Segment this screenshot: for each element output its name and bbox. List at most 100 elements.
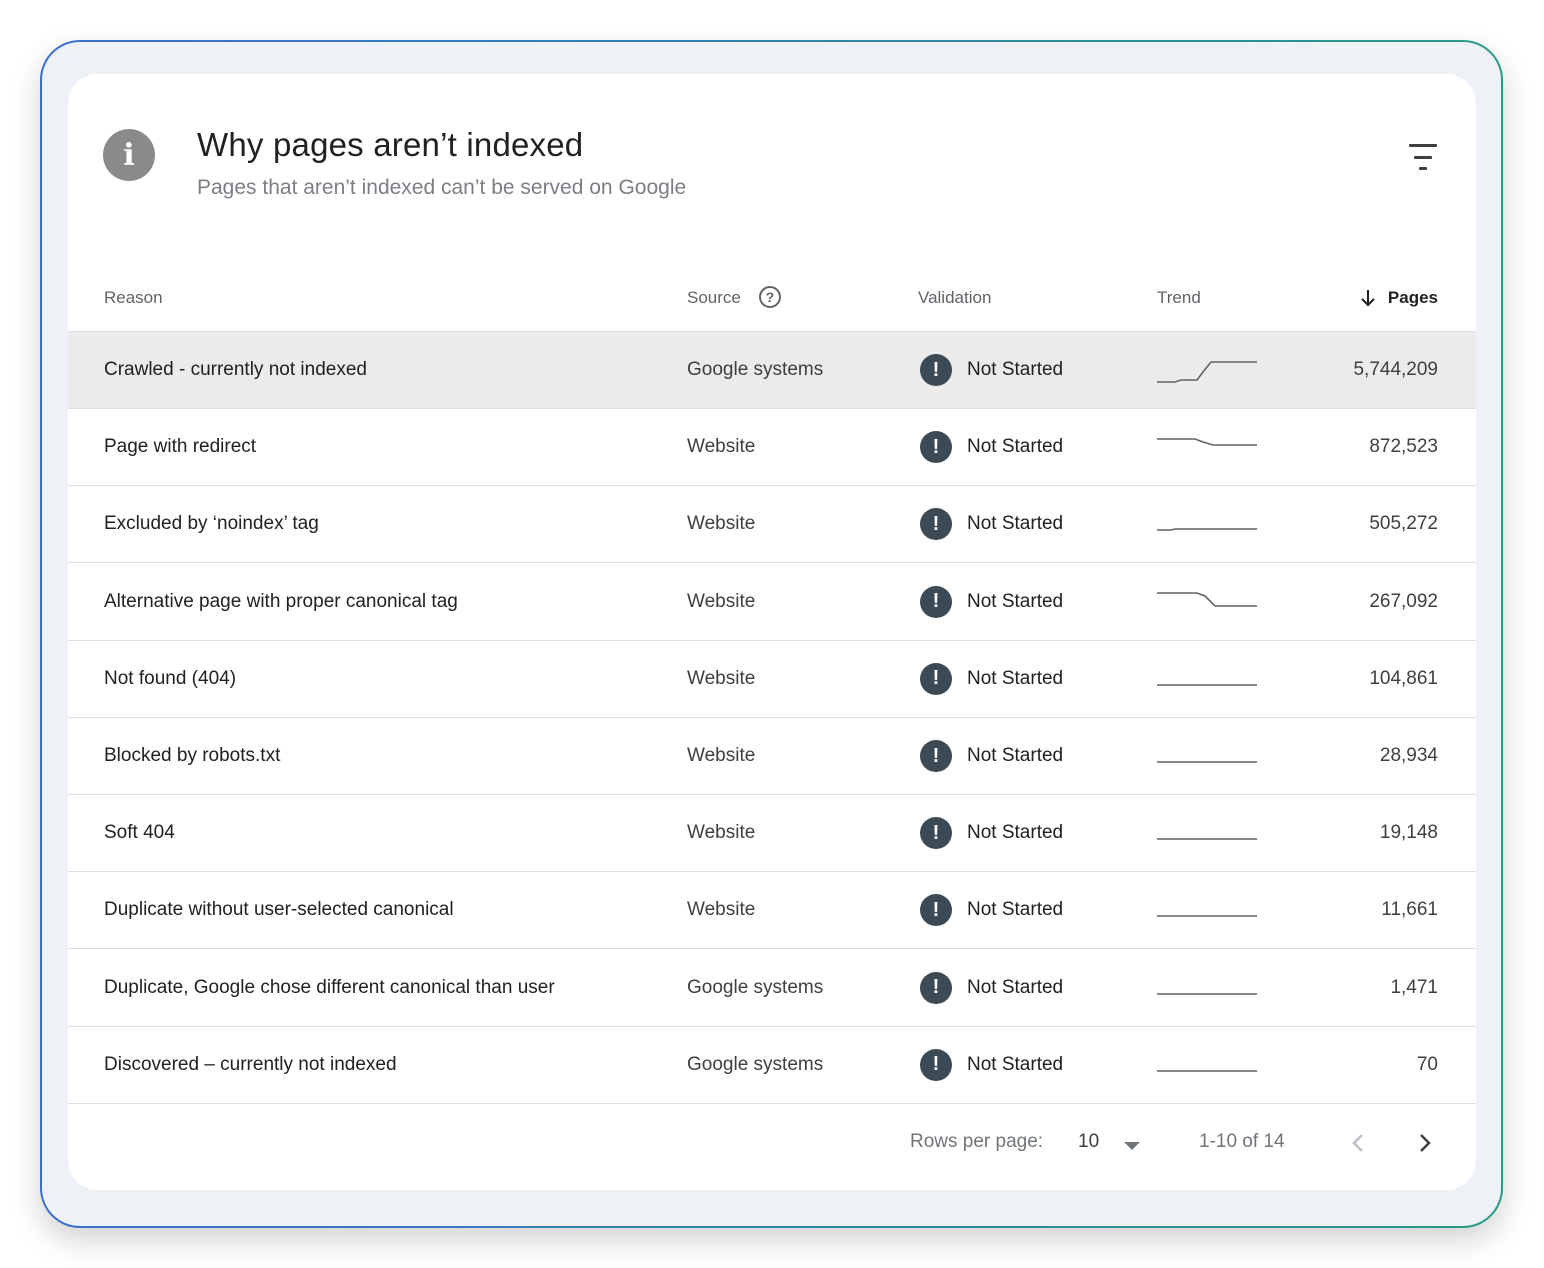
source-cell: Google systems: [687, 976, 824, 998]
column-header-trend: Trend: [1157, 288, 1201, 307]
trend-sparkline: [1157, 992, 1257, 995]
source-cell: Website: [687, 822, 756, 844]
source-cell: Website: [687, 513, 756, 535]
trend-sparkline: [1157, 915, 1257, 918]
validation-status: Not Started: [967, 1053, 1064, 1075]
trend-cell: [1157, 564, 1257, 640]
arrow-down-icon: [1361, 290, 1375, 307]
validation-status: Not Started: [967, 976, 1064, 998]
trend-cell: [1157, 641, 1257, 717]
trend-cell: [1157, 718, 1257, 794]
validation-cell: ! Not Started: [920, 872, 1063, 948]
table-row[interactable]: Excluded by ‘noindex’ tag Website! Not Sta…: [68, 486, 1476, 564]
pages-cell: 872,523: [1369, 436, 1438, 458]
table-row[interactable]: Duplicate, Google chose different canoni…: [68, 950, 1476, 1027]
rows-per-page-select[interactable]: 10: [1078, 1131, 1099, 1153]
chevron-right-icon[interactable]: [1413, 1129, 1437, 1157]
validation-status: Not Started: [967, 745, 1064, 766]
trend-sparkline: [1157, 838, 1257, 840]
pagination-range: 1-10 of 14: [1199, 1131, 1285, 1152]
trend-cell: [1157, 1027, 1257, 1103]
indexing-card: i Why pages aren’t indexed Pages that ar…: [68, 74, 1476, 1190]
alert-circle-icon: !: [920, 354, 952, 386]
pages-cell: 505,272: [1369, 513, 1438, 535]
pages-cell: 19,148: [1379, 822, 1438, 844]
pages-cell: 11,661: [1381, 899, 1438, 921]
alert-circle-icon: !: [920, 585, 952, 618]
trend-cell: [1157, 872, 1257, 948]
trend-sparkline: [1157, 528, 1257, 532]
table-row[interactable]: Blocked by robots.txt Website! Not Started…: [68, 718, 1476, 795]
trend-cell: [1157, 950, 1257, 1026]
table-row[interactable]: Soft 404 Website! Not Started 19,148: [68, 795, 1476, 873]
validation-cell: ! Not Started: [920, 409, 1063, 485]
column-header-validation[interactable]: Validation: [918, 288, 991, 308]
alert-circle-icon: !: [920, 508, 952, 541]
validation-cell: ! Not Started: [920, 564, 1063, 640]
help-circle-icon[interactable]: ?: [758, 286, 781, 308]
table-row[interactable]: Alternative page with proper canonical t…: [68, 564, 1476, 641]
pages-cell: 267,092: [1369, 590, 1438, 612]
validation-status: Not Started: [967, 899, 1064, 921]
validation-cell: ! Not Started: [920, 950, 1063, 1026]
alert-circle-icon: !: [920, 1048, 952, 1081]
alert-circle-icon: !: [920, 431, 952, 464]
alert-circle-icon: !: [920, 817, 952, 850]
validation-status: Not Started: [967, 822, 1064, 844]
pages-cell: 28,934: [1379, 745, 1438, 766]
source-cell: Website: [687, 745, 756, 766]
trend-cell: [1157, 332, 1257, 408]
card-subtitle: Pages that aren’t indexed can’t be serve…: [197, 176, 687, 199]
reason-cell: Not found (404): [104, 667, 237, 689]
reason-cell: Excluded by ‘noindex’ tag: [104, 513, 319, 535]
validation-status: Not Started: [967, 436, 1064, 458]
pages-cell: 104,861: [1369, 667, 1438, 689]
table-row[interactable]: Duplicate without user-selected canonica…: [68, 872, 1476, 950]
alert-circle-icon: !: [920, 662, 952, 695]
info-icon: i: [103, 129, 155, 181]
source-cell: Website: [687, 667, 756, 689]
alert-circle-icon: !: [920, 894, 952, 927]
alert-circle-icon: !: [920, 740, 952, 772]
trend-sparkline: [1157, 438, 1257, 446]
validation-status: Not Started: [967, 359, 1064, 380]
table-row[interactable]: Crawled - currently not indexed Google sy…: [68, 332, 1476, 409]
trend-sparkline: [1157, 591, 1257, 607]
trend-sparkline: [1157, 1069, 1257, 1072]
reason-cell: Crawled - currently not indexed: [104, 359, 367, 380]
source-cell: Website: [687, 899, 756, 921]
source-cell: Website: [687, 436, 756, 458]
reason-cell: Alternative page with proper canonical t…: [104, 590, 458, 612]
validation-cell: ! Not Started: [920, 1027, 1063, 1103]
column-header-pages-label: Pages: [1387, 288, 1438, 307]
table-row[interactable]: Discovered – currently not indexed Google…: [68, 1027, 1476, 1104]
caret-down-icon[interactable]: [1124, 1142, 1140, 1150]
chevron-left-icon[interactable]: [1346, 1129, 1370, 1157]
table-row[interactable]: Not found (404) Website! Not Started 104,86…: [68, 641, 1476, 718]
reason-cell: Soft 404: [104, 822, 175, 844]
trend-sparkline: [1157, 683, 1257, 686]
validation-status: Not Started: [967, 513, 1064, 535]
validation-cell: ! Not Started: [920, 486, 1063, 562]
pages-cell: 70: [1416, 1053, 1438, 1075]
reason-cell: Discovered – currently not indexed: [104, 1053, 397, 1075]
window-frame: i Why pages aren’t indexed Pages that ar…: [40, 40, 1503, 1228]
reason-cell: Duplicate, Google chose different canoni…: [104, 976, 555, 998]
reason-cell: Blocked by robots.txt: [104, 745, 281, 766]
validation-cell: ! Not Started: [920, 718, 1063, 794]
trend-cell: [1157, 795, 1257, 871]
validation-cell: ! Not Started: [920, 795, 1063, 871]
reason-cell: Page with redirect: [104, 436, 257, 458]
validation-status: Not Started: [967, 667, 1064, 689]
pages-cell: 1,471: [1390, 976, 1438, 998]
filter-icon[interactable]: [1408, 144, 1438, 170]
column-header-source-label: Source: [687, 288, 741, 307]
column-header-pages[interactable]: Pages: [1360, 288, 1438, 308]
column-header-reason[interactable]: Reason: [104, 288, 163, 308]
pages-cell: 5,744,209: [1353, 359, 1438, 380]
table-row[interactable]: Page with redirect Website! Not Started 872…: [68, 409, 1476, 487]
table-header: Reason Source ? Validation Trend Pages: [68, 264, 1476, 332]
source-cell: Google systems: [687, 1053, 824, 1075]
column-header-source[interactable]: Source ?: [687, 286, 781, 308]
rows-per-page-label: Rows per page:: [910, 1131, 1044, 1152]
